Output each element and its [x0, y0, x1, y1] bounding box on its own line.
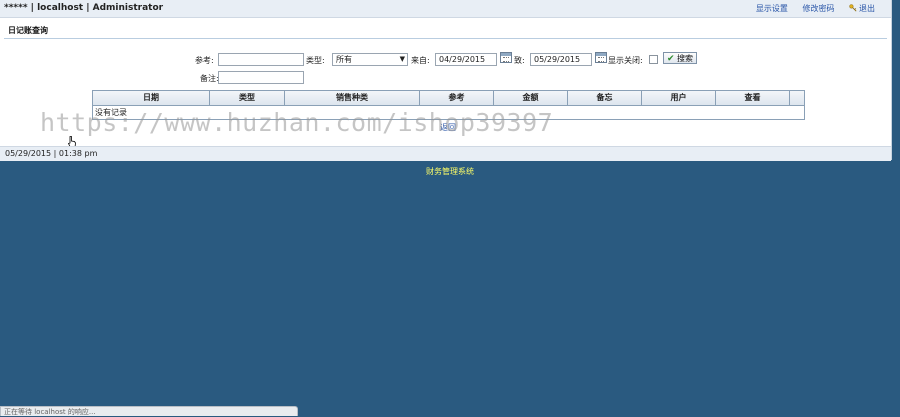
footer-system-name: 财务管理系统 [426, 167, 474, 176]
reference-label: 参考: [195, 56, 214, 65]
dropdown-arrow-icon: ▼ [399, 55, 405, 63]
calendar-icon[interactable] [595, 52, 607, 63]
column-header-type[interactable]: 类型 [210, 91, 285, 105]
table-header: 日期 类型 销售种类 参考 金额 备忘 用户 查看 [93, 91, 804, 106]
to-date-label: 致: [514, 56, 525, 65]
type-select[interactable]: 所有 ▼ [332, 53, 408, 66]
memo-input[interactable] [218, 71, 304, 84]
title-divider [4, 38, 887, 39]
browser-status-text: 正在等待 localhost 的响应... [0, 406, 298, 416]
show-closed-checkbox[interactable] [649, 55, 658, 64]
watermark: https://www.huzhan.com/ishop39397 [40, 108, 554, 137]
type-select-value: 所有 [336, 55, 352, 64]
from-date-input[interactable] [435, 53, 497, 66]
datetime-display: 05/29/2015 | 01:38 pm [5, 149, 98, 158]
column-header-date[interactable]: 日期 [93, 91, 210, 105]
display-settings-link[interactable]: 显示设置 [756, 4, 788, 13]
change-password-link[interactable]: 修改密码 [802, 4, 834, 13]
column-header-view[interactable]: 查看 [716, 91, 790, 105]
reference-input[interactable] [218, 53, 304, 66]
app-title: ***** | localhost | Administrator [4, 3, 164, 13]
memo-label: 备注: [200, 74, 219, 83]
to-date-input[interactable] [530, 53, 592, 66]
column-header-reference[interactable]: 参考 [420, 91, 494, 105]
from-date-label: 来自: [411, 56, 430, 65]
column-header-user[interactable]: 用户 [642, 91, 716, 105]
key-icon [849, 4, 857, 12]
column-header-amount[interactable]: 金额 [494, 91, 568, 105]
logout-link[interactable]: 退出 [849, 4, 875, 13]
column-header-memo[interactable]: 备忘 [568, 91, 642, 105]
page-title: 日记账查询 [8, 26, 48, 35]
top-links: 显示设置 修改密码 退出 [744, 3, 875, 14]
main-panel: ***** | localhost | Administrator 显示设置 修… [0, 0, 892, 161]
calendar-icon[interactable] [500, 52, 512, 63]
status-bar: 05/29/2015 | 01:38 pm [0, 146, 891, 161]
checkmark-icon: ✔ [667, 54, 675, 64]
top-bar: ***** | localhost | Administrator 显示设置 修… [0, 0, 891, 18]
type-label: 类型: [306, 56, 325, 65]
logout-label: 退出 [859, 4, 875, 13]
search-button-label: 搜索 [677, 54, 693, 63]
column-header-sales-type[interactable]: 销售种类 [285, 91, 420, 105]
search-button[interactable]: ✔ 搜索 [663, 52, 697, 64]
show-closed-label: 显示关闭: [608, 56, 643, 65]
